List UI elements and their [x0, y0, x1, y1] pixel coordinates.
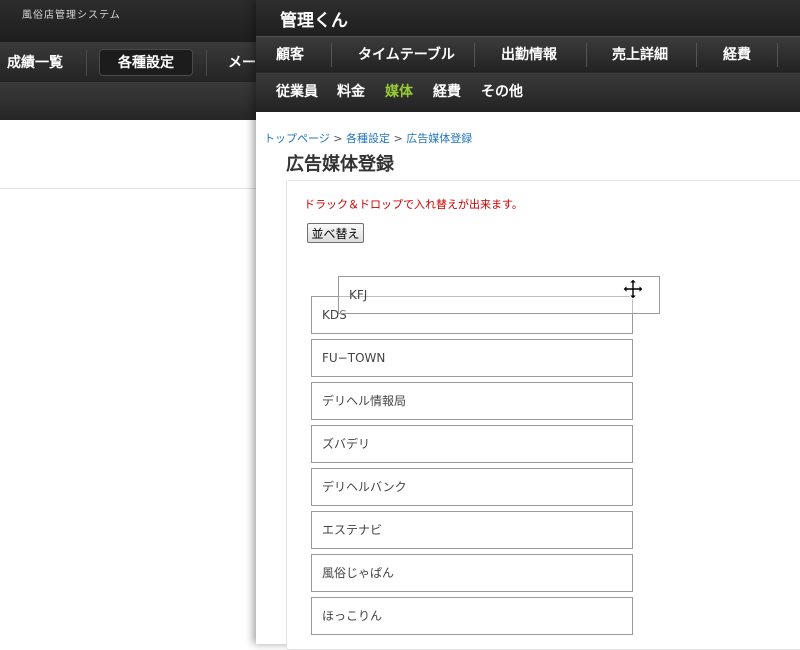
- app-title: 管理くん: [280, 11, 348, 31]
- move-cursor-icon: [622, 278, 644, 300]
- nav-separator: [777, 43, 778, 67]
- nav-expenses[interactable]: 経費: [723, 37, 751, 73]
- media-item[interactable]: エステナビ: [311, 511, 633, 549]
- background-app-title: 風俗店管理システム: [22, 10, 121, 21]
- subnav-staff[interactable]: 従業員: [276, 73, 318, 113]
- breadcrumb-settings[interactable]: 各種設定: [346, 132, 390, 145]
- media-list: KDS FU−TOWN デリヘル情報局 ズバデリ デリヘルバンク エステナビ 風…: [311, 296, 633, 640]
- bg-nav-results[interactable]: 成績一覧: [7, 50, 63, 77]
- main-window: 管理くん 顧客 タイムテーブル 出勤情報 売上詳細 経費 従業員 料金 媒体 経…: [256, 0, 800, 650]
- subnav-expenses[interactable]: 経費: [433, 73, 461, 113]
- nav-customers[interactable]: 顧客: [276, 37, 304, 73]
- title-bar: 管理くん: [256, 0, 800, 36]
- subnav-media[interactable]: 媒体: [385, 73, 413, 113]
- media-item[interactable]: ズバデリ: [311, 425, 633, 463]
- dragging-media-item[interactable]: KFJ: [338, 276, 660, 314]
- bg-nav-separator: [86, 50, 87, 76]
- breadcrumb-current[interactable]: 広告媒体登録: [406, 132, 472, 145]
- background-divider: [0, 188, 260, 189]
- main-nav: 顧客 タイムテーブル 出勤情報 売上詳細 経費: [256, 36, 800, 72]
- nav-attendance[interactable]: 出勤情報: [501, 37, 557, 73]
- page-title: 広告媒体登録: [286, 154, 394, 175]
- sort-button[interactable]: 並べ替え: [307, 223, 364, 243]
- nav-separator: [586, 43, 587, 67]
- subnav-pricing[interactable]: 料金: [337, 73, 365, 113]
- media-item[interactable]: ほっこりん: [311, 597, 633, 635]
- media-item[interactable]: FU−TOWN: [311, 339, 633, 377]
- breadcrumb-separator: >: [393, 132, 407, 145]
- bg-nav-settings[interactable]: 各種設定: [99, 49, 193, 76]
- nav-sales-detail[interactable]: 売上詳細: [612, 37, 668, 73]
- bg-nav-separator: [206, 50, 207, 76]
- nav-separator: [474, 43, 475, 67]
- breadcrumb: トップページ > 各種設定 > 広告媒体登録: [264, 130, 472, 146]
- subnav-other[interactable]: その他: [481, 73, 523, 113]
- sub-nav: 従業員 料金 媒体 経費 その他: [256, 72, 800, 112]
- nav-separator: [331, 43, 332, 67]
- media-item[interactable]: デリヘルバンク: [311, 468, 633, 506]
- nav-separator: [696, 43, 697, 67]
- breadcrumb-top-page[interactable]: トップページ: [264, 132, 330, 145]
- nav-timetable[interactable]: タイムテーブル: [358, 37, 455, 73]
- media-item[interactable]: デリヘル情報局: [311, 382, 633, 420]
- drag-drop-instruction: ドラック＆ドロップで入れ替えが出来ます。: [304, 198, 523, 211]
- breadcrumb-separator: >: [333, 132, 346, 145]
- media-item[interactable]: 風俗じゃぱん: [311, 554, 633, 592]
